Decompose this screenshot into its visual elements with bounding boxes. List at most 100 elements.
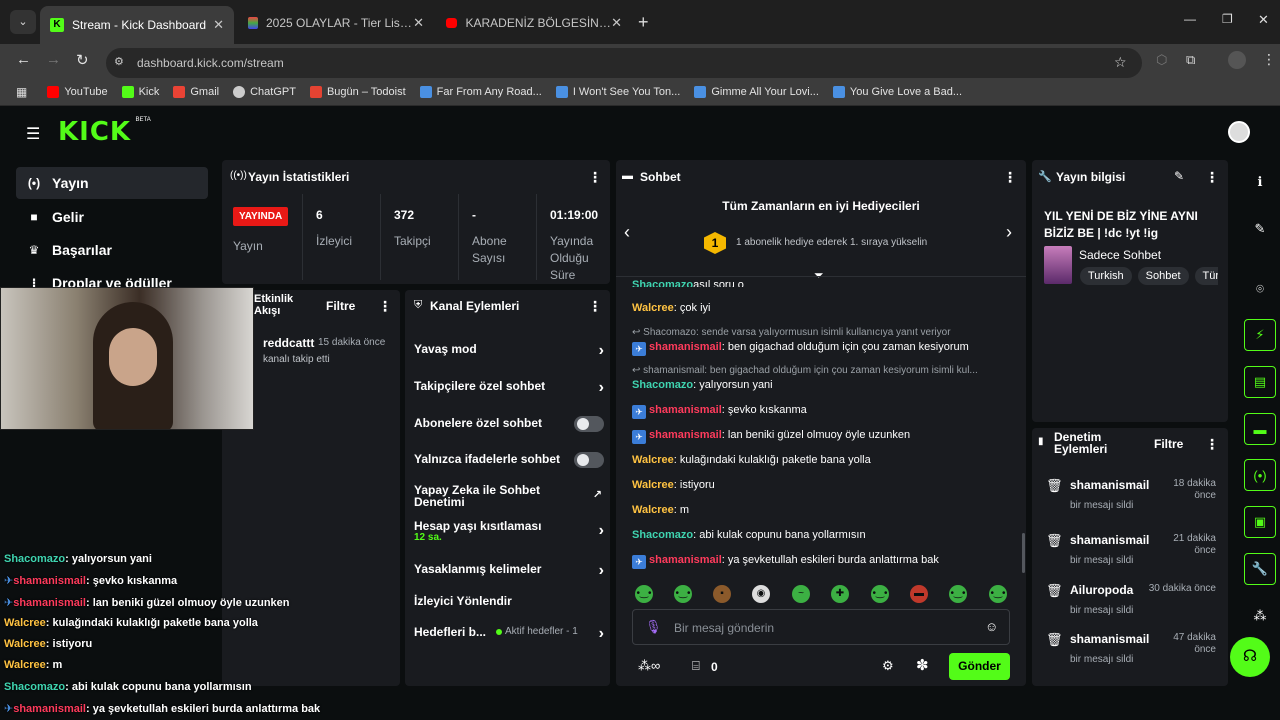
apps-grid-icon[interactable]: ▦ xyxy=(16,85,27,99)
age-restriction-row[interactable]: Hesap yaşı kısıtlaması 12 sa. › xyxy=(414,520,604,548)
followers-only-row[interactable]: Takipçilere özel sohbet › xyxy=(414,379,604,397)
activity-menu-icon[interactable]: ⋮ xyxy=(378,298,392,315)
microphone-icon[interactable]: 🎙 xyxy=(645,619,662,635)
bookmark-todoist[interactable]: Bugün – Todoist xyxy=(309,85,406,98)
chat-username[interactable]: shamanismail xyxy=(649,341,722,353)
emote-icon[interactable]: •‿• xyxy=(635,585,653,603)
chat-username[interactable]: Shacomazo xyxy=(632,379,693,391)
gifter-next-icon[interactable]: › xyxy=(1006,222,1012,243)
emote-icon[interactable]: •‿• xyxy=(989,585,1007,603)
lightning-icon[interactable]: ⚡ xyxy=(1244,319,1276,351)
bookmark-kick[interactable]: Kick xyxy=(121,85,159,98)
chat-username[interactable]: Shacomazo xyxy=(632,529,693,541)
bookmark-gimme-all[interactable]: Gimme All Your Lovi... xyxy=(694,85,819,98)
activity-filter-button[interactable]: Filtre xyxy=(326,299,355,313)
stats-menu-icon[interactable]: ⋮ xyxy=(588,169,602,186)
goals-row[interactable]: Hedefleri b... Aktif hedefler - 1 › xyxy=(414,625,604,643)
chat-settings-icon[interactable]: ⚙ xyxy=(882,658,894,674)
close-tab-icon[interactable]: ✕ xyxy=(413,15,424,31)
bookmark-you-give-love[interactable]: You Give Love a Bad... xyxy=(832,85,962,98)
category-name[interactable]: Sadece Sohbet xyxy=(1079,248,1161,262)
site-info-icon[interactable]: ⚙ xyxy=(114,55,124,68)
tag-chip[interactable]: Turkish xyxy=(1080,267,1132,285)
extension-icon[interactable]: ⬡ xyxy=(1156,52,1167,68)
chat-username[interactable]: shamanismail xyxy=(649,429,722,441)
emoji-picker-icon[interactable]: ☺ xyxy=(985,619,998,634)
chat-username[interactable]: Walcree xyxy=(632,479,674,491)
moderator-name[interactable]: shamanismail xyxy=(1070,632,1149,646)
profile-avatar-icon[interactable] xyxy=(1228,51,1246,69)
broadcast-icon[interactable]: (•) xyxy=(1244,459,1276,491)
kick-logo[interactable]: KICK BETA xyxy=(58,117,151,147)
chat-icon[interactable]: ▬ xyxy=(1244,413,1276,445)
bookmark-far-from-any-road[interactable]: Far From Any Road... xyxy=(419,85,542,98)
community-icon[interactable]: ⁂ xyxy=(1244,600,1276,632)
redirect-viewers-row[interactable]: İzleyici Yönlendir xyxy=(414,594,604,612)
moderator-name[interactable]: shamanismail xyxy=(1070,478,1149,492)
chat-username[interactable]: Walcree xyxy=(632,504,674,516)
chat-input[interactable]: 🎙 Bir mesaj gönderin ☺ xyxy=(632,609,1010,645)
moderation-filter-button[interactable]: Filtre xyxy=(1154,437,1183,451)
ai-moderation-row[interactable]: Yapay Zeka ile Sohbet Denetimi ↗ xyxy=(414,484,604,512)
browser-tab-youtube[interactable]: KARADENİZ BÖLGESİNİN EN Ç ✕ xyxy=(436,8,632,38)
tag-chip[interactable]: Türk xyxy=(1194,267,1218,285)
tools-icon[interactable]: 🔧 xyxy=(1244,553,1276,585)
address-bar[interactable]: ⚙ dashboard.kick.com/stream ☆ xyxy=(106,48,1142,78)
send-button[interactable]: Gönder xyxy=(949,653,1010,680)
slow-mode-row[interactable]: Yavaş mod › xyxy=(414,342,604,360)
banned-words-row[interactable]: Yasaklanmış kelimeler › xyxy=(414,562,604,580)
chat-scrollbar[interactable] xyxy=(1022,533,1025,573)
maximize-window-icon[interactable]: ❐ xyxy=(1222,12,1233,26)
emotes-only-toggle[interactable] xyxy=(574,452,604,468)
browser-tab-tier-list[interactable]: 2025 OLAYLAR - Tier List | Kor S ✕ xyxy=(238,8,434,38)
tab-search-button[interactable]: ⌄ xyxy=(10,10,36,34)
moderator-name[interactable]: shamanismail xyxy=(1070,533,1149,547)
emote-icon[interactable]: ▪ xyxy=(713,585,731,603)
emote-icon[interactable]: ✚ xyxy=(831,585,849,603)
chat-username[interactable]: Walcree xyxy=(632,302,674,314)
support-button[interactable]: ☊ xyxy=(1230,637,1270,677)
close-window-icon[interactable]: ✕ xyxy=(1258,12,1269,28)
bookmark-i-wont-see-you[interactable]: I Won't See You Ton... xyxy=(555,85,680,98)
document-icon[interactable]: ▤ xyxy=(1244,366,1276,398)
chat-menu-icon[interactable]: ⋮ xyxy=(1003,169,1017,186)
chat-username[interactable]: shamanismail xyxy=(649,554,722,566)
edit-icon[interactable]: ✎ xyxy=(1244,213,1276,245)
channel-actions-menu-icon[interactable]: ⋮ xyxy=(588,298,602,315)
user-avatar[interactable] xyxy=(1228,121,1250,143)
moderator-name[interactable]: Ailuropoda xyxy=(1070,583,1133,597)
emote-icon[interactable]: •‿• xyxy=(949,585,967,603)
minimize-window-icon[interactable]: — xyxy=(1184,12,1196,26)
browser-tab-kick-dashboard[interactable]: K Stream - Kick Dashboard ✕ xyxy=(40,6,234,44)
sidebar-item-achievements[interactable]: ♛ Başarılar xyxy=(16,234,208,266)
close-tab-icon[interactable]: ✕ xyxy=(611,15,622,31)
sidebar-item-income[interactable]: ■ Gelir xyxy=(16,201,208,233)
tag-chip[interactable]: Sohbet xyxy=(1137,267,1189,285)
sidebar-item-stream[interactable]: (•) Yayın xyxy=(16,167,208,199)
edit-pencil-icon[interactable]: ✎ xyxy=(1174,169,1184,183)
moderation-menu-icon[interactable]: ⋮ xyxy=(1205,436,1219,453)
hamburger-menu-icon[interactable]: ☰ xyxy=(26,124,40,144)
info-icon[interactable]: ℹ xyxy=(1244,166,1276,198)
chat-users-icon[interactable]: ✽ xyxy=(916,656,929,674)
chat-username[interactable]: shamanismail xyxy=(649,404,722,416)
emote-icon[interactable]: ▬ xyxy=(910,585,928,603)
activity-event-user[interactable]: reddcattt xyxy=(263,336,314,350)
extensions-puzzle-icon[interactable]: ⧉ xyxy=(1186,52,1195,68)
chat-username[interactable]: Walcree xyxy=(632,454,674,466)
emote-icon[interactable]: ~ xyxy=(792,585,810,603)
gifter-prev-icon[interactable]: ‹ xyxy=(624,222,630,243)
stream-info-menu-icon[interactable]: ⋮ xyxy=(1205,169,1219,186)
emote-icon[interactable]: •‿• xyxy=(871,585,889,603)
subs-only-toggle[interactable] xyxy=(574,416,604,432)
close-tab-icon[interactable]: ✕ xyxy=(213,17,224,33)
channel-points-icon[interactable]: ⁂∞ xyxy=(638,658,660,674)
back-icon[interactable]: ← xyxy=(16,51,31,68)
bookmark-youtube[interactable]: YouTube xyxy=(47,85,108,98)
reload-icon[interactable]: ↻ xyxy=(76,51,89,69)
new-tab-button[interactable]: + xyxy=(638,12,649,33)
bookmark-chatgpt[interactable]: ChatGPT xyxy=(233,85,296,98)
layout-icon[interactable]: ▣ xyxy=(1244,506,1276,538)
bookmark-star-icon[interactable]: ☆ xyxy=(1114,54,1127,71)
emote-icon[interactable]: •‿• xyxy=(674,585,692,603)
